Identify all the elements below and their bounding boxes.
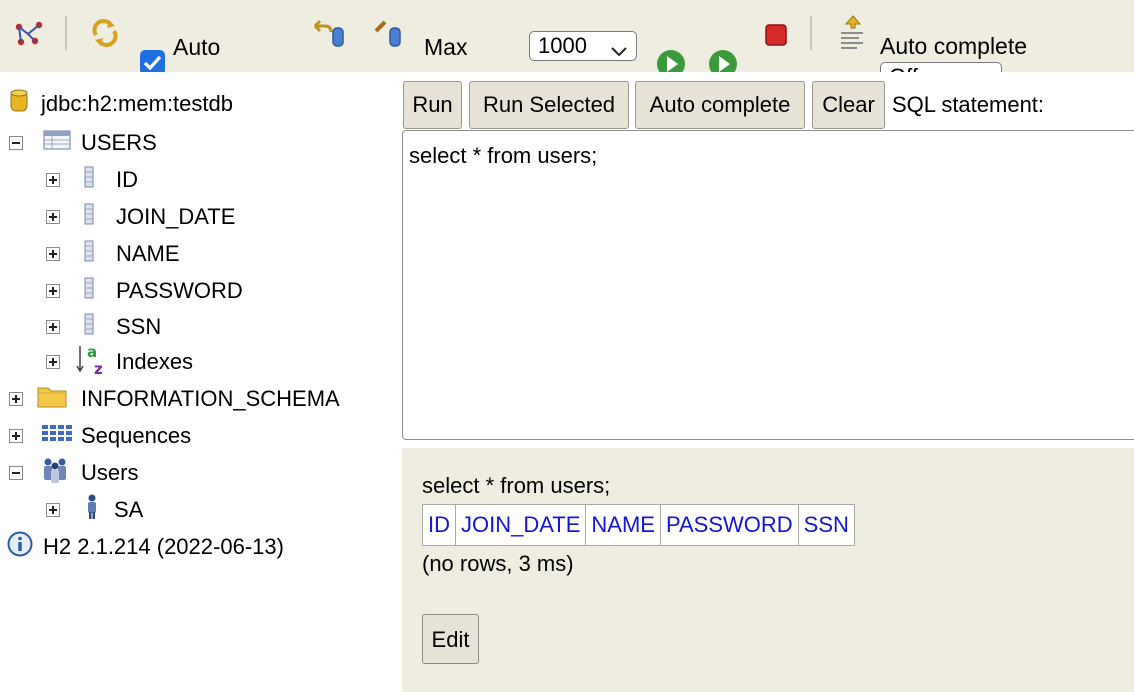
svg-text:z: z xyxy=(94,360,103,376)
result-statement: select * from users; xyxy=(422,473,611,498)
column-label: ID xyxy=(116,167,138,192)
tree-column[interactable]: SSN xyxy=(46,312,161,342)
auto-complete-value: Off xyxy=(889,64,918,72)
tree-indexes[interactable]: a z Indexes xyxy=(46,343,194,378)
column-header-name[interactable]: NAME xyxy=(585,504,661,546)
info-icon xyxy=(7,531,33,563)
collapse-icon[interactable] xyxy=(9,136,23,150)
column-label: JOIN_DATE xyxy=(116,204,236,229)
users-label: Users xyxy=(81,460,139,485)
tree-information-schema[interactable]: INFORMATION_SCHEMA xyxy=(9,384,340,414)
result-table: ID JOIN_DATE NAME PASSWORD SSN xyxy=(422,504,855,546)
sequences-icon xyxy=(41,423,73,449)
collapse-icon[interactable] xyxy=(9,466,23,480)
chevron-down-icon xyxy=(610,38,628,66)
tree-users[interactable]: Users xyxy=(9,458,138,488)
column-icon xyxy=(84,240,94,268)
user-icon xyxy=(86,494,98,526)
table-icon xyxy=(43,129,71,157)
expand-icon[interactable] xyxy=(9,392,23,406)
column-icon xyxy=(84,166,94,194)
run-selected-icon[interactable] xyxy=(708,49,738,72)
sql-input[interactable]: select * from users; xyxy=(402,130,1134,440)
information-schema-label: INFORMATION_SCHEMA xyxy=(81,386,340,411)
user-label: SA xyxy=(114,497,144,522)
database-icon xyxy=(10,88,28,120)
run-icon[interactable] xyxy=(656,49,686,72)
max-rows-value: 1000 xyxy=(538,33,587,58)
run-button[interactable]: Run xyxy=(403,81,462,129)
max-rows-select[interactable]: 1000 xyxy=(529,31,637,61)
toolbar-separator xyxy=(810,16,812,50)
stop-icon[interactable] xyxy=(765,24,787,52)
tree-column[interactable]: PASSWORD xyxy=(46,276,243,306)
column-icon xyxy=(84,277,94,305)
users-icon xyxy=(41,456,69,490)
auto-complete-label: Auto complete xyxy=(880,33,1028,59)
auto-commit-label: Auto xyxy=(173,34,221,60)
expand-icon[interactable] xyxy=(46,503,60,517)
tree-connection[interactable]: jdbc:h2:mem:testdb xyxy=(10,89,233,119)
tree-column[interactable]: ID xyxy=(46,165,138,195)
column-header-ssn[interactable]: SSN xyxy=(797,504,855,546)
column-header-id[interactable]: ID xyxy=(422,504,456,546)
version-label: H2 2.1.214 (2022-06-13) xyxy=(43,534,284,559)
sql-statement-label: SQL statement: xyxy=(892,92,1045,117)
edit-button[interactable]: Edit xyxy=(422,614,479,664)
tree-column[interactable]: JOIN_DATE xyxy=(46,202,235,232)
toolbar: Auto Max 1000 Auto complete xyxy=(0,0,1134,72)
sequences-label: Sequences xyxy=(81,423,192,448)
max-rows-label: Max xyxy=(424,34,468,60)
expand-icon[interactable] xyxy=(9,429,23,443)
tree-sequences[interactable]: Sequences xyxy=(9,421,191,451)
refresh-icon[interactable] xyxy=(90,18,120,54)
connection-label: jdbc:h2:mem:testdb xyxy=(41,91,233,116)
expand-icon[interactable] xyxy=(46,320,60,334)
sort-az-icon: a z xyxy=(76,342,108,382)
column-label: PASSWORD xyxy=(116,278,243,303)
tree-user-sa[interactable]: SA xyxy=(46,494,144,526)
table-label: USERS xyxy=(81,130,157,155)
result-info: (no rows, 3 ms) xyxy=(422,551,574,576)
tree-column[interactable]: NAME xyxy=(46,239,180,269)
column-label: NAME xyxy=(116,241,180,266)
folder-icon xyxy=(37,384,67,414)
commit-icon[interactable] xyxy=(374,18,404,54)
auto-complete-icon xyxy=(838,14,868,60)
expand-icon[interactable] xyxy=(46,247,60,261)
expand-icon[interactable] xyxy=(46,284,60,298)
expand-icon[interactable] xyxy=(46,173,60,187)
result-panel: select * from users; ID JOIN_DATE NAME P… xyxy=(402,448,1134,692)
auto-complete-button[interactable]: Auto complete xyxy=(635,81,805,129)
auto-complete-select[interactable]: Off xyxy=(880,62,1002,72)
column-header-join-date[interactable]: JOIN_DATE xyxy=(454,504,587,546)
svg-text:a: a xyxy=(87,343,97,361)
table-header-row: ID JOIN_DATE NAME PASSWORD SSN xyxy=(422,504,855,546)
indexes-label: Indexes xyxy=(116,349,194,374)
run-selected-button[interactable]: Run Selected xyxy=(469,81,629,129)
tree-table-users[interactable]: USERS xyxy=(9,128,157,158)
schema-tree: jdbc:h2:mem:testdb USERS ID JOIN_DATE NA… xyxy=(0,72,400,692)
toolbar-separator xyxy=(65,16,67,50)
expand-icon[interactable] xyxy=(46,355,60,369)
rollback-icon[interactable] xyxy=(311,18,347,54)
auto-commit-checkbox[interactable] xyxy=(140,50,165,72)
disconnect-icon[interactable] xyxy=(14,20,44,54)
clear-button[interactable]: Clear xyxy=(812,81,885,129)
tree-version: H2 2.1.214 (2022-06-13) xyxy=(7,531,284,563)
column-icon xyxy=(84,313,94,341)
column-label: SSN xyxy=(116,314,162,339)
column-header-password[interactable]: PASSWORD xyxy=(659,504,799,546)
expand-icon[interactable] xyxy=(46,210,60,224)
column-icon xyxy=(84,203,94,231)
